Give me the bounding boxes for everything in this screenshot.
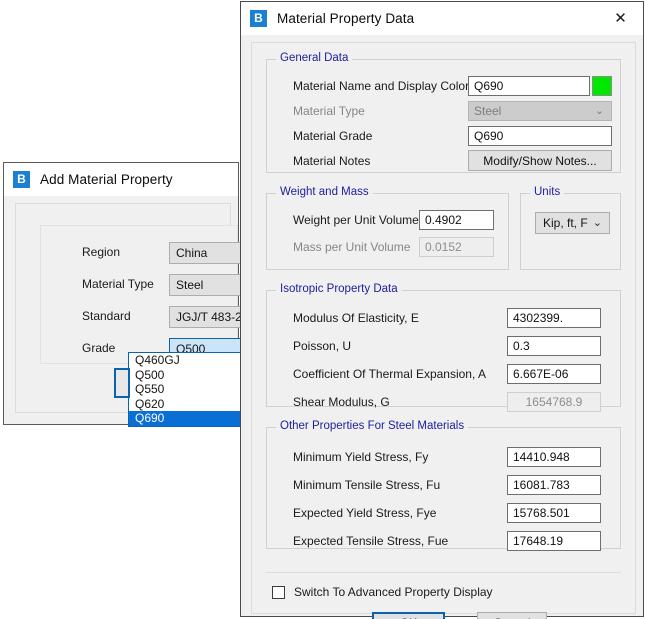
app-logo-icon: B <box>250 10 267 27</box>
material-type-label: Material Type <box>293 104 365 118</box>
chevron-down-icon: ⌄ <box>595 102 604 120</box>
add-material-titlebar: B Add Material Property <box>4 163 238 196</box>
weight-per-unit-volume-input[interactable]: 0.4902 <box>419 210 494 230</box>
material-name-input[interactable]: Q690 <box>468 76 590 96</box>
units-combobox[interactable]: Kip, ft, F ⌄ <box>535 212 610 234</box>
group-general-data-legend: General Data <box>276 52 352 64</box>
minimum-tensile-stress-input[interactable]: 16081.783 <box>507 475 601 495</box>
weight-per-unit-volume-label: Weight per Unit Volume <box>293 213 419 227</box>
switch-advanced-display-checkbox[interactable]: Switch To Advanced Property Display <box>272 585 493 599</box>
material-grade-input[interactable]: Q690 <box>468 126 612 146</box>
minimum-yield-stress-input[interactable]: 14410.948 <box>507 447 601 467</box>
add-material-fields-panel: Region China Material Type Steel Standar… <box>40 225 238 364</box>
dropdown-option[interactable]: Q620 <box>129 397 245 412</box>
standard-row: Standard JGJ/T 483-2020 <box>41 306 237 328</box>
expected-tensile-stress-label: Expected Tensile Stress, Fue <box>293 534 448 548</box>
material-notes-label: Material Notes <box>293 154 370 168</box>
region-label: Region <box>82 245 120 259</box>
material-property-content-panel: General Data Material Name and Display C… <box>251 42 636 614</box>
units-value: Kip, ft, F <box>543 216 588 230</box>
material-grade-label: Material Grade <box>293 129 372 143</box>
ok-button[interactable]: OK <box>372 612 445 619</box>
cancel-button[interactable]: Cancel <box>477 612 547 619</box>
group-units-legend: Units <box>530 186 564 198</box>
shear-modulus-label: Shear Modulus, G <box>293 395 390 409</box>
material-property-title: Material Property Data <box>277 11 414 26</box>
grade-label: Grade <box>82 341 115 355</box>
app-logo-icon: B <box>13 171 30 188</box>
material-property-body: General Data Material Name and Display C… <box>241 35 643 616</box>
minimum-tensile-stress-label: Minimum Tensile Stress, Fu <box>293 478 440 492</box>
mass-per-unit-volume-label: Mass per Unit Volume <box>293 240 410 254</box>
dropdown-option-selected[interactable]: Q690 <box>129 411 245 426</box>
modulus-of-elasticity-label: Modulus Of Elasticity, E <box>293 311 419 325</box>
material-type-label: Material Type <box>82 277 154 291</box>
material-name-label: Material Name and Display Color <box>293 79 469 93</box>
add-material-title: Add Material Property <box>40 172 173 187</box>
dropdown-option[interactable]: Q460GJ <box>129 353 245 368</box>
chevron-down-icon: ⌄ <box>593 213 602 233</box>
material-type-combobox: Steel ⌄ <box>468 101 612 121</box>
mass-per-unit-volume-input: 0.0152 <box>419 237 494 257</box>
modify-show-notes-button[interactable]: Modify/Show Notes... <box>468 150 612 171</box>
minimum-yield-stress-label: Minimum Yield Stress, Fy <box>293 450 428 464</box>
group-general-data: General Data Material Name and Display C… <box>266 59 621 173</box>
display-color-swatch[interactable] <box>592 76 612 96</box>
expected-tensile-stress-input[interactable]: 17648.19 <box>507 531 601 551</box>
material-property-titlebar: B Material Property Data ✕ <box>241 2 643 35</box>
modulus-of-elasticity-input[interactable]: 4302399. <box>507 308 601 328</box>
dropdown-option[interactable]: Q500 <box>129 368 245 383</box>
group-isotropic-legend: Isotropic Property Data <box>276 283 402 295</box>
material-property-data-window: B Material Property Data ✕ General Data … <box>240 1 644 617</box>
grade-dropdown-list[interactable]: Q460GJ Q500 Q550 Q620 Q690 <box>128 352 246 427</box>
group-other-properties: Other Properties For Steel Materials Min… <box>266 427 621 549</box>
close-icon[interactable]: ✕ <box>598 2 643 34</box>
checkbox-box-icon[interactable] <box>272 586 285 599</box>
expected-yield-stress-label: Expected Yield Stress, Fye <box>293 506 436 520</box>
material-type-value: Steel <box>474 104 501 118</box>
group-isotropic-property-data: Isotropic Property Data Modulus Of Elast… <box>266 290 621 407</box>
switch-advanced-display-label: Switch To Advanced Property Display <box>294 585 493 599</box>
thermal-expansion-input[interactable]: 6.667E-06 <box>507 364 601 384</box>
group-other-properties-legend: Other Properties For Steel Materials <box>276 420 468 432</box>
grade-dropdown-focus-marker <box>114 368 130 398</box>
poisson-input[interactable]: 0.3 <box>507 336 601 356</box>
standard-label: Standard <box>82 309 131 323</box>
dropdown-option[interactable]: Q550 <box>129 382 245 397</box>
region-row: Region China <box>41 242 237 264</box>
thermal-expansion-label: Coefficient Of Thermal Expansion, A <box>293 367 486 381</box>
poisson-label: Poisson, U <box>293 339 351 353</box>
material-type-row: Material Type Steel <box>41 274 237 296</box>
footer-divider <box>266 572 621 573</box>
group-units: Units Kip, ft, F ⌄ <box>520 193 621 270</box>
screen: B Add Material Property Region China Mat… <box>0 0 645 619</box>
expected-yield-stress-input[interactable]: 15768.501 <box>507 503 601 523</box>
group-weight-and-mass-legend: Weight and Mass <box>276 186 373 198</box>
group-weight-and-mass: Weight and Mass Weight per Unit Volume 0… <box>266 193 509 270</box>
shear-modulus-input: 1654768.9 <box>507 392 601 412</box>
